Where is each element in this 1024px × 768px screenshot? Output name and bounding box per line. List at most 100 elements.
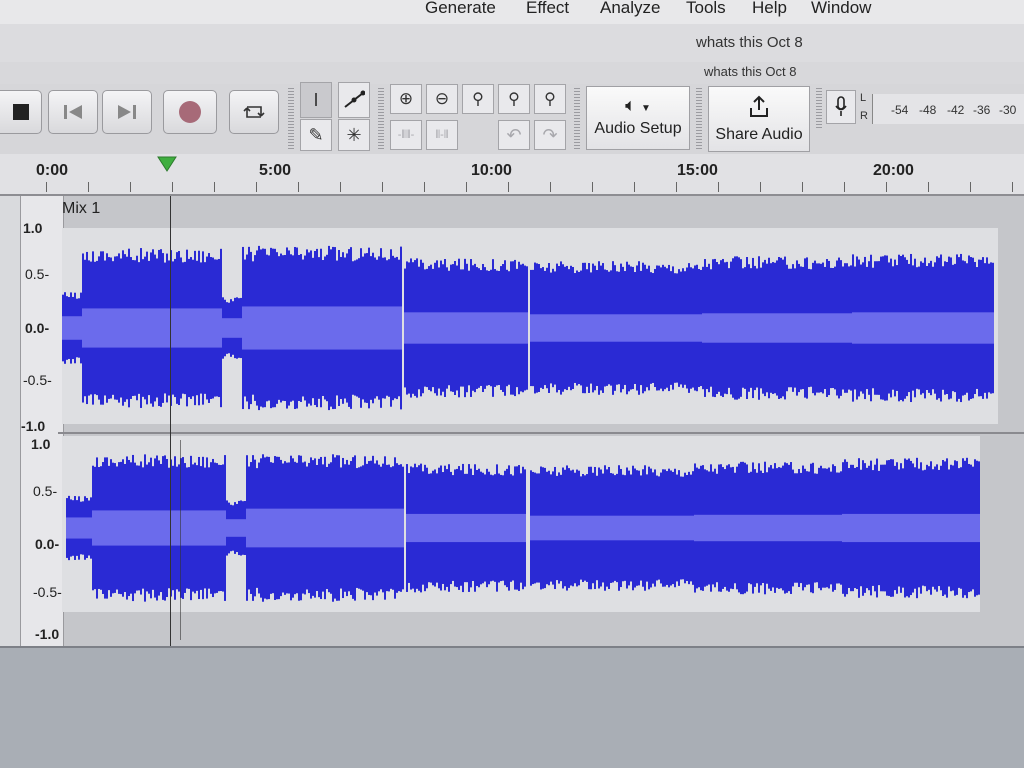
timeline-label: 20:00 — [873, 162, 914, 179]
timeline-tick — [592, 182, 593, 192]
timeline-tick — [256, 182, 257, 192]
timeline-tick — [466, 182, 467, 192]
timeline-tick — [382, 182, 383, 192]
meter-right-label: R — [860, 110, 868, 122]
multi-tool[interactable]: ✳ — [338, 119, 370, 151]
timeline-tick — [676, 182, 677, 192]
ruler-label: -0.5- — [23, 372, 52, 388]
ruler-label: 1.0 — [31, 436, 51, 452]
timeline-tick — [634, 182, 635, 192]
track-name[interactable]: Mix 1 — [62, 200, 100, 218]
meter-tick: -48 — [919, 103, 937, 117]
skip-start-button[interactable] — [48, 90, 98, 134]
zoom-out-button[interactable]: ⊖ — [426, 84, 458, 114]
meter-tick: -30 — [999, 103, 1017, 117]
empty-track-space[interactable] — [0, 646, 1024, 768]
audio-setup-button[interactable]: 🔈︎ ▼ Audio Setup — [586, 86, 690, 150]
zoom-toggle-button[interactable]: ⚲ — [534, 84, 566, 114]
window-titlebar: whats this Oct 8 — [0, 24, 1024, 63]
waveform-right-channel[interactable] — [66, 440, 982, 616]
draw-tool[interactable]: ✎ — [300, 119, 332, 151]
loop-button[interactable] — [229, 90, 279, 134]
menu-bar: Generate Effect Analyze Tools Help Windo… — [0, 0, 1024, 25]
cursor-line — [180, 440, 181, 640]
timeline-tick — [760, 182, 761, 192]
envelope-tool-icon — [344, 90, 365, 108]
multi-tool-icon: ✳ — [346, 124, 362, 145]
menu-effect[interactable]: Effect — [526, 0, 569, 18]
waveform-rms — [66, 508, 980, 548]
zoom-in-button[interactable]: ⊕ — [390, 84, 422, 114]
skip-start-icon — [64, 105, 82, 119]
timeline-tick — [172, 182, 173, 192]
fit-project-button[interactable]: ⚲ — [498, 84, 530, 114]
record-icon — [179, 101, 201, 123]
ruler-label: 0.5- — [25, 266, 50, 282]
skip-end-button[interactable] — [102, 90, 152, 134]
chevron-down-icon: ▼ — [640, 103, 651, 114]
selection-tool[interactable]: I — [300, 82, 332, 118]
toolbar-grip[interactable] — [288, 88, 294, 150]
menu-generate[interactable]: Generate — [425, 0, 496, 18]
timeline-label: 15:00 — [677, 162, 718, 179]
undo-button[interactable]: ↶ — [498, 120, 530, 150]
meter-tick: -42 — [947, 103, 965, 117]
zoom-out-icon: ⊖ — [434, 89, 450, 108]
toolbar-grip[interactable] — [816, 88, 822, 128]
zoom-toggle-icon: ⚲ — [544, 91, 556, 108]
playhead-marker-icon[interactable] — [157, 156, 177, 172]
microphone-icon — [835, 96, 847, 116]
redo-icon: ↷ — [542, 124, 558, 145]
waveform-left-channel[interactable] — [62, 230, 998, 426]
trim-button[interactable]: -⫴⫴- — [390, 120, 422, 150]
timeline-tick — [718, 182, 719, 192]
stop-button[interactable] — [0, 90, 42, 134]
ruler-label: -1.0 — [35, 626, 60, 642]
vertical-ruler[interactable]: 1.0 0.5- 0.0- -0.5- -1.0 1.0 0.5- 0.0- -… — [20, 196, 64, 646]
meter-tick: -36 — [973, 103, 991, 117]
menu-analyze[interactable]: Analyze — [600, 0, 660, 18]
window-title: whats this Oct 8 — [696, 34, 803, 51]
ruler-label: 0.0- — [25, 320, 50, 336]
waveform-rms — [62, 306, 994, 350]
silence-icon: ⫴-⫴ — [435, 128, 449, 141]
menu-help[interactable]: Help — [752, 0, 787, 18]
menu-window[interactable]: Window — [811, 0, 871, 18]
meter-tick: -54 — [891, 103, 909, 117]
redo-button[interactable]: ↷ — [534, 120, 566, 150]
timeline-tick — [970, 182, 971, 192]
share-audio-button[interactable]: Share Audio — [708, 86, 810, 152]
ruler-label: 0.0- — [35, 536, 60, 552]
record-button[interactable] — [163, 90, 217, 134]
timeline-tick — [1012, 182, 1013, 192]
channel-separator — [58, 432, 1024, 434]
track-control-strip[interactable] — [0, 196, 20, 646]
toolbar-grip[interactable] — [696, 88, 702, 150]
fit-selection-button[interactable]: ⚲ — [462, 84, 494, 114]
timeline-tick — [550, 182, 551, 192]
envelope-tool[interactable] — [338, 82, 370, 118]
ruler-label: -1.0 — [21, 418, 46, 434]
timeline-tick — [886, 182, 887, 192]
timeline-ruler[interactable]: 0:00 5:00 10:00 15:00 20:00 — [0, 154, 1024, 196]
record-meter[interactable]: -54 -48 -42 -36 -30 — [872, 94, 1024, 124]
stop-icon — [13, 104, 29, 120]
timeline-tick — [214, 182, 215, 192]
timeline-tick — [802, 182, 803, 192]
fit-selection-icon: ⚲ — [472, 91, 484, 108]
undo-icon: ↶ — [506, 124, 522, 145]
project-title: whats this Oct 8 — [704, 64, 797, 79]
ruler-label: 0.5- — [33, 483, 58, 499]
timeline-tick — [508, 182, 509, 192]
timeline-tick — [928, 182, 929, 192]
timeline-tick — [340, 182, 341, 192]
timeline-label: 10:00 — [471, 162, 512, 179]
record-meter-button[interactable] — [826, 90, 856, 124]
silence-button[interactable]: ⫴-⫴ — [426, 120, 458, 150]
timeline-tick — [46, 182, 47, 192]
toolbar-grip[interactable] — [378, 88, 384, 150]
timeline-tick — [844, 182, 845, 192]
selection-tool-icon: I — [313, 89, 319, 110]
toolbar-grip[interactable] — [574, 88, 580, 150]
menu-tools[interactable]: Tools — [686, 0, 726, 18]
